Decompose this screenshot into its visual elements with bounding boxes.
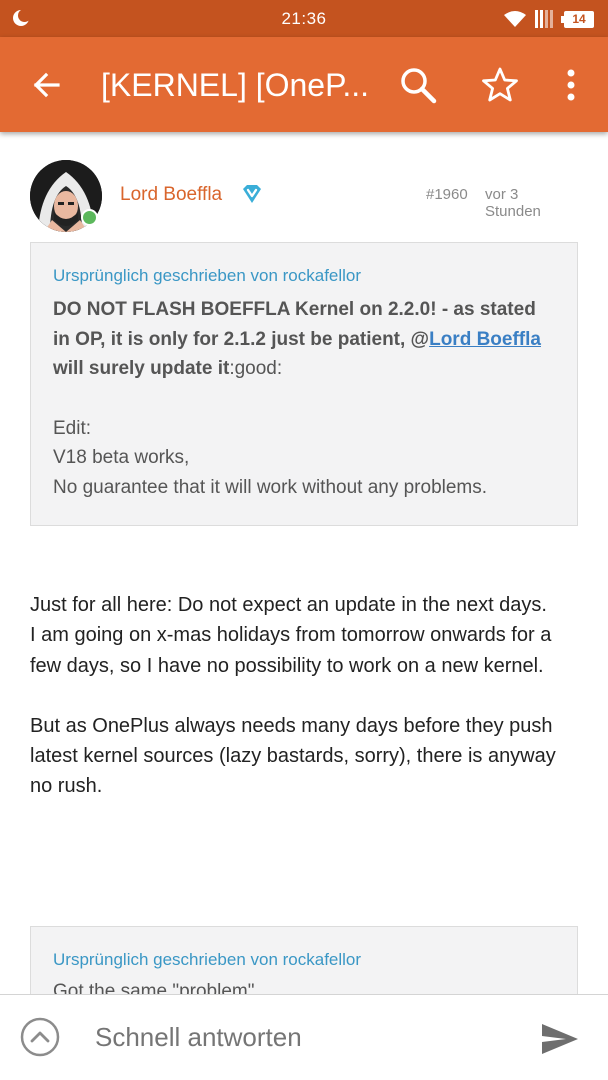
send-icon[interactable] [540,1022,580,1056]
quote-edit-text: Edit: V18 beta works, No guarantee that … [53,414,553,503]
quote-text-cut: Got the same "problem" [53,981,255,994]
status-bar: 21:36 14 [0,0,608,37]
quote-edit-line: No guarantee that it will work without a… [53,476,488,498]
quick-reply-bar [0,994,608,1080]
quote-bold-text-2: will surely update it [53,358,230,379]
message-line: Just for all here: Do not expect an upda… [30,594,547,616]
expand-up-icon[interactable] [20,1017,60,1057]
signal-icon [535,10,553,28]
post-header: Lord Boeffla #1960 vor 3 Stunden [30,160,578,235]
quote-text: DO NOT FLASH BOEFFLA Kernel on 2.2.0! - … [53,295,553,502]
post-content[interactable]: Lord Boeffla #1960 vor 3 Stunden Ursprün… [0,132,608,994]
battery-icon: 14 [561,10,594,28]
message-line: I am going on x-mas holidays from tomorr… [30,624,552,677]
system-icons: 14 [504,9,594,29]
quote-block-2: Ursprünglich geschrieben von rockafellor… [30,926,578,994]
smiley-code: :good: [229,358,283,379]
quote-block: Ursprünglich geschrieben von rockafellor… [30,242,578,526]
app-bar: [KERNEL] [OneP... [0,37,608,132]
post-message: Just for all here: Do not expect an upda… [30,590,578,802]
thread-title: [KERNEL] [OneP... [101,67,369,103]
quote-edit-line: Edit: [53,417,92,439]
quick-reply-input[interactable] [95,1022,515,1053]
search-icon[interactable] [398,65,438,105]
quote-author-line[interactable]: Ursprünglich geschrieben von rockafellor [53,950,361,970]
star-icon[interactable] [480,65,520,105]
post-author[interactable]: Lord Boeffla [120,184,222,206]
quote-edit-line: V18 beta works, [53,447,190,468]
post-number[interactable]: #1960 [426,186,468,203]
message-paragraph: Just for all here: Do not expect an upda… [30,590,578,681]
more-vert-icon[interactable] [556,65,586,105]
quote-author-line[interactable]: Ursprünglich geschrieben von rockafellor [53,266,361,286]
back-arrow-icon[interactable] [26,65,66,105]
post-time: vor 3 Stunden [485,186,541,220]
user-mention-link[interactable]: Lord Boeffla [429,329,541,350]
wifi-icon [504,10,526,27]
verified-badge-icon [243,185,261,203]
message-paragraph: But as OnePlus always needs many days be… [30,714,556,798]
online-indicator [81,209,98,226]
